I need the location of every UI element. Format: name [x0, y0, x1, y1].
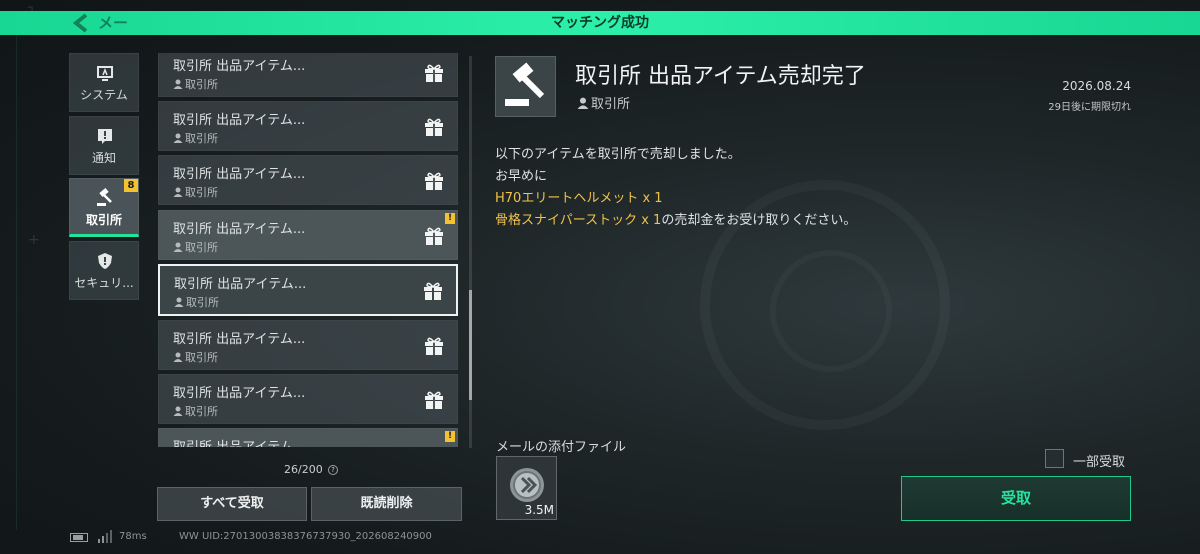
mail-sender: 取引所 [173, 130, 218, 146]
signal-icon [98, 530, 112, 543]
mail-type-icon [495, 56, 556, 117]
attachment-item[interactable]: 3.5M [496, 456, 557, 520]
mail-list-item[interactable]: 取引所 出品アイテム... ! [158, 428, 458, 447]
shield-icon [98, 253, 112, 269]
mail-body-line: お早めに [495, 169, 548, 184]
partial-receive-label[interactable]: 一部受取 [1073, 451, 1125, 470]
mail-body-item: H70エリートヘルメット x 1 [495, 191, 663, 206]
mail-list-item[interactable]: 取引所 出品アイテム... 取引所 [158, 53, 458, 97]
mail-list-scroll-thumb[interactable] [469, 290, 472, 400]
mail-detail-sender: 取引所 [577, 93, 630, 112]
unread-count-badge: 8 [124, 179, 138, 192]
mail-expiry: 29日後に期限切れ [1048, 102, 1131, 113]
mail-title: 取引所 出品アイテム... [173, 59, 306, 74]
mail-list-item-selected[interactable]: 取引所 出品アイテム... 取引所 [158, 264, 458, 316]
gift-icon [424, 282, 442, 300]
partial-receive-checkbox[interactable] [1045, 449, 1064, 468]
gavel-icon [97, 188, 112, 206]
unread-flag: ! [445, 213, 455, 224]
category-tab-exchange[interactable]: 8 取引所 [69, 178, 139, 237]
background-cross: + [28, 232, 40, 248]
delete-read-button[interactable]: 既読削除 [311, 487, 462, 521]
person-icon [173, 352, 183, 362]
currency-coin-icon [510, 468, 544, 502]
mail-list-item[interactable]: 取引所 出品アイテム... 取引所 [158, 155, 458, 205]
mail-title: 取引所 出品アイテム... [173, 113, 306, 128]
person-icon [577, 97, 589, 109]
mail-title: 取引所 出品アイテム... [173, 436, 305, 447]
category-label: 通知 [91, 151, 116, 165]
match-found-banner: メー マッチング成功 [0, 11, 1200, 35]
gift-icon [425, 172, 443, 190]
mail-body-line: 以下のアイテムを取引所で売却しました。 [495, 147, 741, 162]
mail-title: 取引所 出品アイテム... [173, 332, 306, 347]
help-icon[interactable]: ? [328, 465, 338, 475]
mail-list-item[interactable]: 取引所 出品アイテム... 取引所 [158, 101, 458, 151]
monitor-icon [97, 66, 113, 81]
person-icon [173, 406, 183, 416]
mail-sender: 取引所 [173, 403, 218, 419]
mail-title: 取引所 出品アイテム... [174, 277, 307, 292]
mail-date: 2026.08.24 [1062, 79, 1131, 93]
mail-title: 取引所 出品アイテム... [173, 386, 306, 401]
mail-list-item[interactable]: 取引所 出品アイテム... 取引所 [158, 320, 458, 370]
mail-detail-title: 取引所 出品アイテム売却完了 [575, 64, 866, 89]
person-icon [173, 133, 183, 143]
mail-title: 取引所 出品アイテム... [173, 167, 306, 182]
gavel-icon [505, 62, 545, 106]
person-icon [173, 242, 183, 252]
gift-icon [425, 227, 443, 245]
gift-icon [425, 64, 443, 82]
mail-sender: 取引所 [174, 294, 219, 310]
mail-title: 取引所 出品アイテム... [173, 222, 306, 237]
mail-sender: 取引所 [173, 239, 218, 255]
exclamation-icon [98, 129, 112, 144]
category-label: セキュリ... [74, 276, 134, 290]
unread-flag: ! [445, 431, 455, 442]
ping-value: 78ms [119, 531, 147, 542]
gift-icon [423, 444, 445, 447]
mail-sender: 取引所 [173, 349, 218, 365]
background-line [16, 30, 17, 530]
gift-icon [425, 337, 443, 355]
mail-sender: 取引所 [173, 76, 218, 92]
category-label: システム [80, 88, 128, 102]
mail-body-text: の売却金をお受け取りください。 [661, 213, 857, 228]
person-icon [174, 297, 184, 307]
gift-icon [425, 118, 443, 136]
mail-count: 26/200 [284, 463, 323, 476]
category-tab-system[interactable]: システム [69, 53, 139, 112]
battery-icon [70, 533, 88, 542]
mail-list-item[interactable]: 取引所 出品アイテム... 取引所 [158, 374, 458, 424]
mail-body-item: 骨格スナイパーストック x 1 [495, 213, 662, 228]
mail-list[interactable]: 取引所 出品アイテム... 取引所 取引所 出品アイテム... 取引所 取引所 … [158, 53, 458, 447]
person-icon [173, 187, 183, 197]
receive-all-button[interactable]: すべて受取 [157, 487, 307, 521]
person-icon [173, 79, 183, 89]
attachment-quantity: 3.5M [524, 503, 554, 517]
category-tab-notice[interactable]: 通知 [69, 116, 139, 175]
attachment-label: メールの添付ファイル [496, 440, 627, 455]
banner-title: マッチング成功 [551, 15, 649, 31]
category-tab-security[interactable]: セキュリ... [69, 241, 139, 300]
gift-icon [425, 391, 443, 409]
mail-list-item[interactable]: 取引所 出品アイテム... 取引所 ! [158, 210, 458, 260]
receive-button[interactable]: 受取 [901, 476, 1131, 521]
mail-body-line: 骨格スナイパーストック x 1の売却金をお受け取りください。 [495, 209, 856, 228]
mail-sender: 取引所 [173, 184, 218, 200]
user-uid: WW UID:27013003838376737930_202608240900 [179, 531, 432, 542]
category-label: 取引所 [85, 213, 122, 227]
